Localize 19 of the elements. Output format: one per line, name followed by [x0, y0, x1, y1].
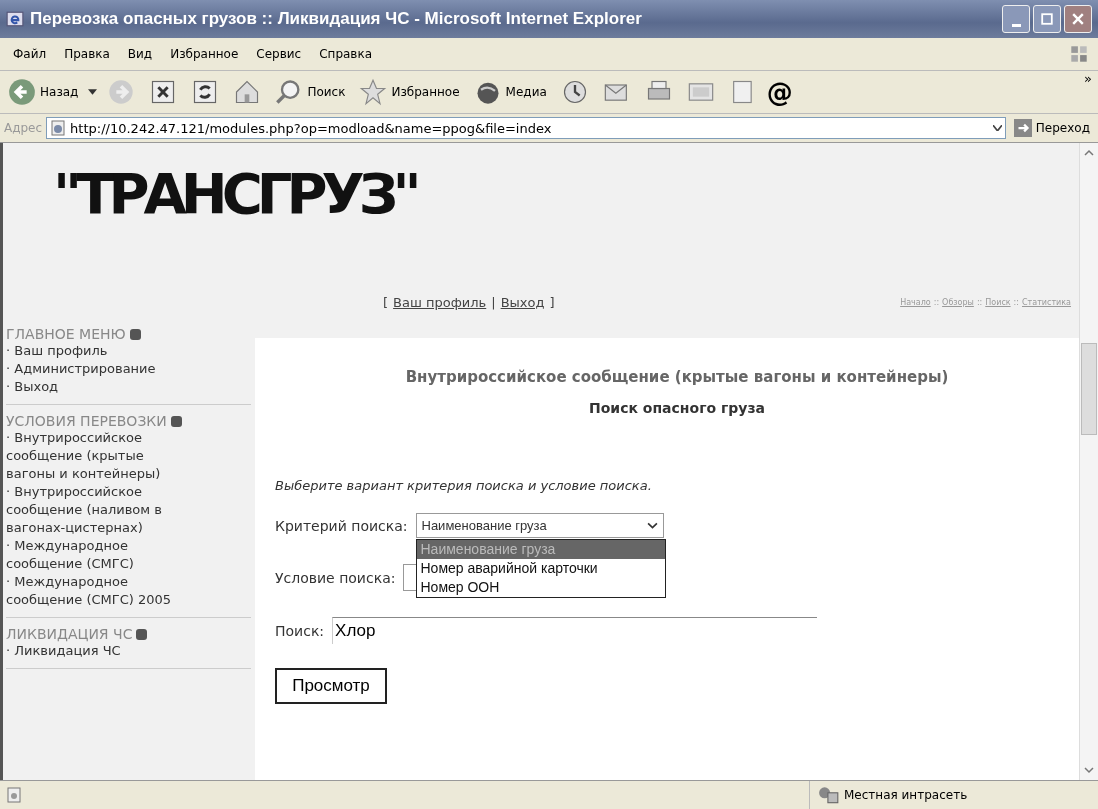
page-heading: Внутрироссийское сообщение (крытые вагоны и контейнеры) [404, 368, 950, 386]
separator-text: | [491, 295, 496, 310]
instruction-text: Выберите вариант критерия поиска и условие поиска. [275, 478, 653, 493]
address-label: Адрес [4, 121, 43, 135]
zone-text: Местная интрасеть [844, 788, 968, 802]
section-heading: Поиск опасного груза [588, 400, 766, 416]
separator-text: :: [933, 298, 940, 307]
separator-text: [ [383, 295, 389, 310]
separator-text: :: [976, 298, 983, 307]
condition-label: Условие поиска: [275, 569, 396, 586]
section-title: УСЛОВИЯ ПЕРЕВОЗКИ [6, 413, 167, 429]
separator-text: :: [1013, 298, 1019, 307]
criterion-label: Критерий поиска: [275, 517, 408, 534]
search-label: Поиск: [275, 622, 325, 639]
window-title: Перевозка опасных грузов :: Ликвидация ЧС - Microsoft Internet Explorer [30, 9, 643, 29]
section-title: ЛИКВИДАЦИЯ ЧС [6, 626, 133, 642]
separator-text: ] [549, 295, 555, 310]
site-logo: "ТРАНСГРУЗ" [53, 161, 418, 228]
section-title: ГЛАВНОЕ МЕНЮ [6, 326, 126, 342]
